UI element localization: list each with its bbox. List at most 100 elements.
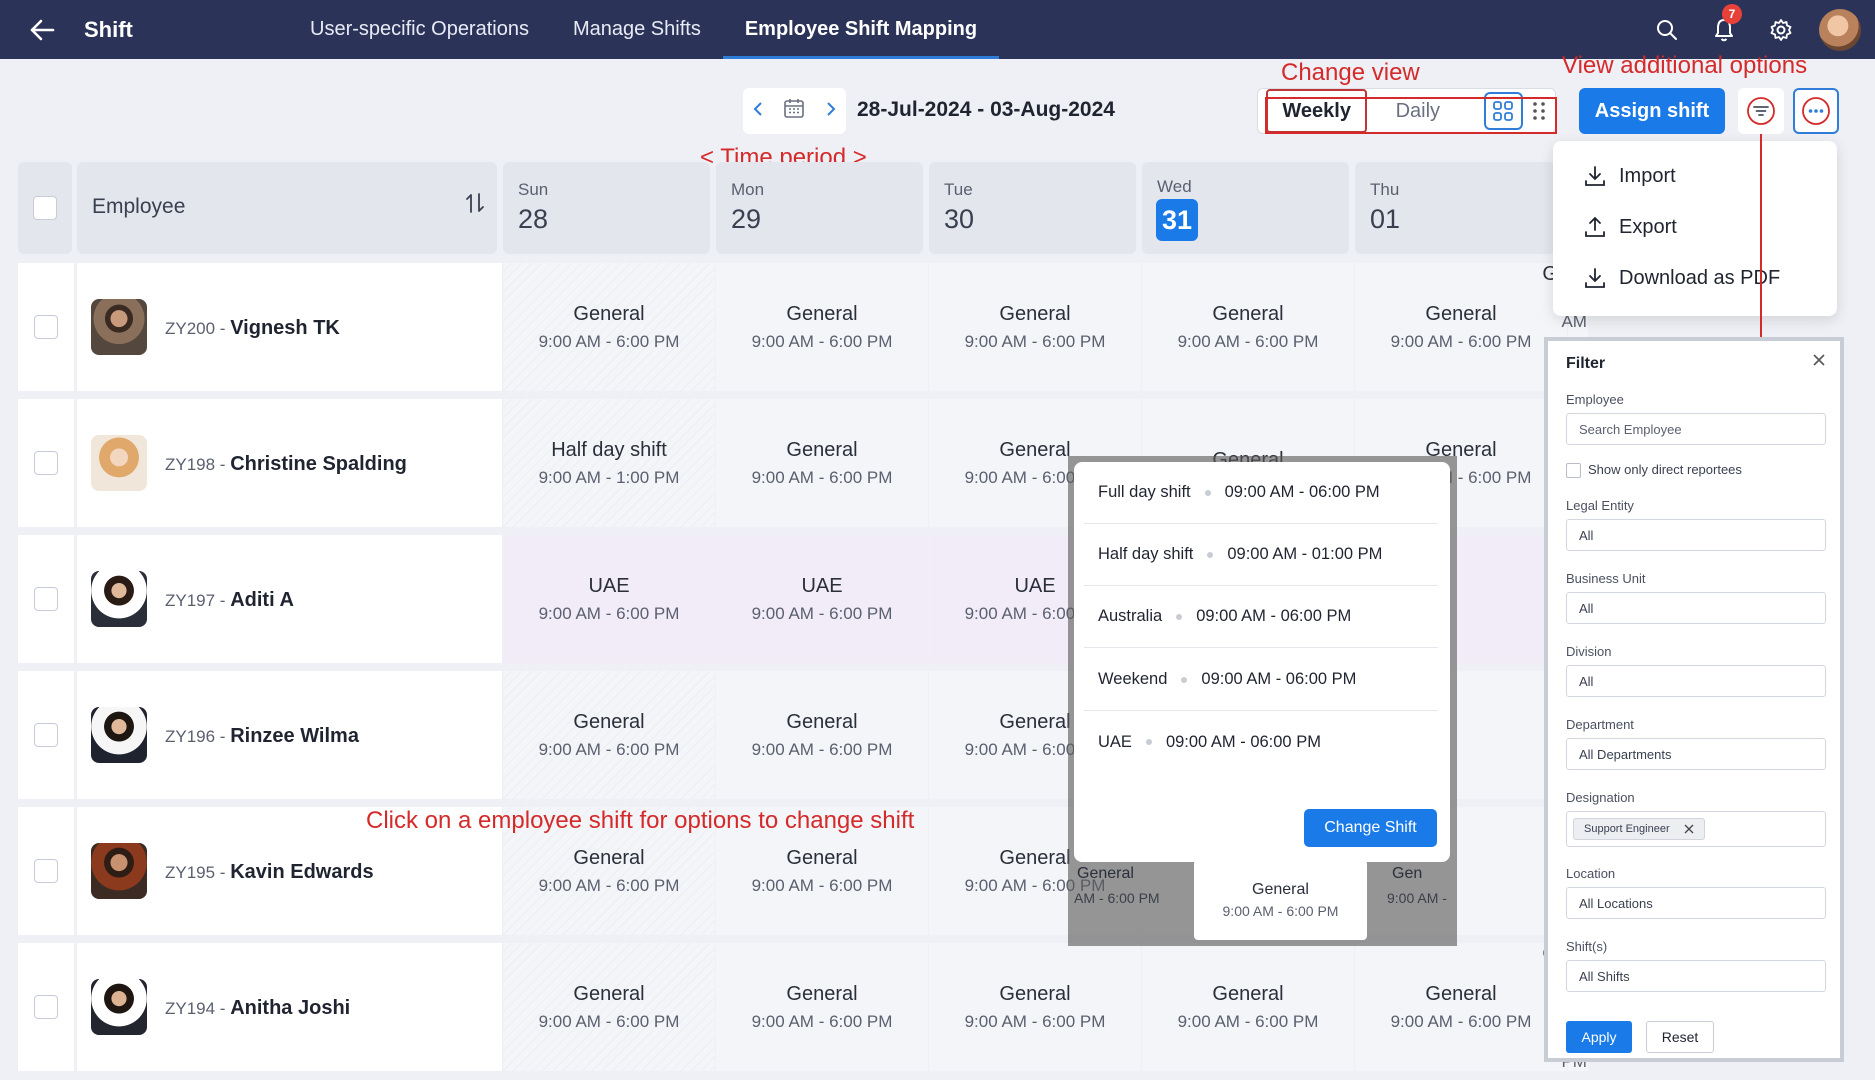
location-select[interactable]: All Locations bbox=[1566, 887, 1826, 919]
shift-cell[interactable]: UAE 9:00 AM - 6:00 PM bbox=[716, 535, 928, 663]
row-checkbox[interactable] bbox=[34, 315, 58, 339]
tab-manage-shifts[interactable]: Manage Shifts bbox=[551, 0, 723, 59]
sort-icon[interactable] bbox=[465, 192, 485, 220]
business-unit-select[interactable]: All bbox=[1566, 592, 1826, 624]
shift-cell[interactable]: General 9:00 AM - 6:00 PM bbox=[1355, 943, 1567, 1071]
employee-cell[interactable]: ZY198 - Christine Spalding bbox=[77, 399, 502, 527]
shift-option-time: 09:00 AM - 06:00 PM bbox=[1165, 732, 1321, 751]
employee-cell[interactable]: ZY197 - Aditi A bbox=[77, 535, 502, 663]
export-menu-item[interactable]: Export bbox=[1583, 215, 1677, 239]
employee-search-input[interactable]: Search Employee bbox=[1566, 413, 1826, 445]
shift-option-name: UAE bbox=[1098, 732, 1132, 751]
download-icon bbox=[1585, 268, 1605, 288]
selected-shift-cell[interactable]: General 9:00 AM - 6:00 PM bbox=[1194, 860, 1367, 940]
shifts-select[interactable]: All Shifts bbox=[1566, 960, 1826, 992]
shift-cell[interactable]: General 9:00 AM - 6:00 PM bbox=[716, 263, 928, 391]
assign-shift-button[interactable]: Assign shift bbox=[1579, 88, 1725, 134]
legal-entity-select[interactable]: All bbox=[1566, 519, 1826, 551]
shift-name: General bbox=[786, 438, 858, 461]
employee-name: Aditi A bbox=[230, 589, 294, 611]
day-name: Sun bbox=[518, 180, 549, 199]
employee-name: Christine Spalding bbox=[230, 453, 407, 475]
remove-chip-icon bbox=[1684, 824, 1694, 834]
division-select[interactable]: All bbox=[1566, 665, 1826, 697]
select-all-checkbox[interactable] bbox=[33, 196, 57, 220]
shift-option[interactable]: Australia 09:00 AM - 06:00 PM bbox=[1084, 586, 1438, 648]
calendar-icon[interactable] bbox=[782, 96, 806, 126]
row-checkbox[interactable] bbox=[34, 995, 58, 1019]
shift-cell[interactable]: General 9:00 AM - 6:00 PM bbox=[716, 943, 928, 1071]
shift-time: 9:00 AM - 6:00 PM bbox=[751, 1011, 893, 1031]
employee-code: ZY196 - bbox=[165, 727, 231, 746]
shift-name: General bbox=[786, 846, 858, 869]
change-view-highlight bbox=[1265, 97, 1557, 134]
employee-id: ZY200 - Vignesh TK bbox=[165, 317, 340, 340]
shift-cell[interactable]: General 9:00 AM - 6:00 PM bbox=[1142, 943, 1354, 1071]
shift-cell[interactable]: General 9:00 AM - 6:00 PM bbox=[1142, 263, 1354, 391]
overlay-shift-name: Gen bbox=[1392, 865, 1423, 882]
shift-option-time: 09:00 AM - 06:00 PM bbox=[1224, 483, 1380, 501]
tab-user-specific-operations[interactable]: User-specific Operations bbox=[288, 0, 551, 59]
employee-photo bbox=[91, 979, 147, 1035]
row-select-cell bbox=[18, 535, 74, 663]
row-checkbox[interactable] bbox=[34, 859, 58, 883]
shift-cell[interactable]: General 9:00 AM - 6:00 PM bbox=[929, 943, 1141, 1071]
shift-name: General bbox=[573, 846, 645, 869]
shift-option-name: Half day shift bbox=[1098, 545, 1194, 563]
shift-cell[interactable]: General 9:00 AM - 6:00 PM bbox=[503, 263, 715, 391]
filter-icon[interactable] bbox=[1738, 88, 1784, 134]
row-checkbox[interactable] bbox=[34, 723, 58, 747]
shift-cell[interactable]: General 9:00 AM - 6:00 PM bbox=[503, 943, 715, 1071]
shift-cell[interactable]: General 9:00 AM - 6:00 PM bbox=[929, 263, 1141, 391]
shift-time: 9:00 AM - 1:00 PM bbox=[538, 467, 680, 487]
shift-cell[interactable]: General 9:00 AM - 6:00 PM bbox=[1355, 263, 1567, 391]
change-shift-button[interactable]: Change Shift bbox=[1304, 809, 1437, 847]
shift-name: UAE bbox=[588, 574, 630, 597]
shift-option[interactable]: UAE 09:00 AM - 06:00 PM bbox=[1084, 711, 1438, 773]
more-options-icon[interactable] bbox=[1793, 88, 1839, 134]
employee-id: ZY194 - Anitha Joshi bbox=[165, 997, 350, 1020]
row-checkbox[interactable] bbox=[34, 587, 58, 611]
reset-filter-button[interactable]: Reset bbox=[1646, 1021, 1714, 1053]
employee-cell[interactable]: ZY194 - Anitha Joshi bbox=[77, 943, 502, 1071]
download-pdf-menu-item[interactable]: Download as PDF bbox=[1583, 266, 1780, 290]
back-arrow-icon[interactable] bbox=[0, 0, 84, 59]
shift-name: General bbox=[573, 302, 645, 325]
shift-cell[interactable]: General 9:00 AM - 6:00 PM bbox=[503, 671, 715, 799]
shift-option-name: Weekend bbox=[1098, 670, 1168, 688]
tab-employee-shift-mapping[interactable]: Employee Shift Mapping bbox=[722, 0, 1000, 59]
day-header-tue: Tue 30 bbox=[929, 162, 1136, 254]
row-checkbox[interactable] bbox=[34, 451, 58, 475]
shift-name: General bbox=[999, 846, 1071, 869]
department-select[interactable]: All Departments bbox=[1566, 738, 1826, 770]
shift-option[interactable]: Full day shift 09:00 AM - 06:00 PM bbox=[1084, 462, 1438, 524]
previous-week-chevron-icon[interactable] bbox=[753, 100, 763, 123]
shift-option[interactable]: Half day shift 09:00 AM - 01:00 PM bbox=[1084, 524, 1438, 586]
employee-name: Vignesh TK bbox=[230, 317, 340, 339]
close-icon[interactable] bbox=[1812, 353, 1826, 372]
legal-entity-label: Legal Entity bbox=[1566, 498, 1634, 513]
shift-cell[interactable]: Half day shift 9:00 AM - 1:00 PM bbox=[503, 399, 715, 527]
employee-cell[interactable]: ZY196 - Rinzee Wilma bbox=[77, 671, 502, 799]
shift-option[interactable]: Weekend 09:00 AM - 06:00 PM bbox=[1084, 649, 1438, 711]
user-avatar[interactable] bbox=[1819, 8, 1861, 51]
designation-select[interactable]: Support Engineer bbox=[1566, 811, 1826, 847]
apply-filter-button[interactable]: Apply bbox=[1566, 1021, 1632, 1053]
top-nav-bar: Shift User-specific Operations Manage Sh… bbox=[0, 0, 1875, 59]
search-icon[interactable] bbox=[1638, 0, 1695, 59]
day-header-mon: Mon 29 bbox=[716, 162, 923, 254]
overlay-shift-time: AM - 6:00 PM bbox=[1074, 890, 1160, 906]
employee-column-header[interactable]: Employee bbox=[77, 162, 497, 254]
next-week-chevron-icon[interactable] bbox=[826, 100, 836, 123]
employee-cell[interactable]: ZY200 - Vignesh TK bbox=[77, 263, 502, 391]
direct-reportees-checkbox[interactable] bbox=[1566, 463, 1581, 478]
app-title: Shift bbox=[84, 16, 133, 42]
import-menu-item[interactable]: Import bbox=[1583, 164, 1676, 188]
settings-gear-icon[interactable] bbox=[1752, 0, 1809, 59]
notification-bell-icon[interactable]: 7 bbox=[1695, 0, 1752, 59]
shift-cell[interactable]: General 9:00 AM - 6:00 PM bbox=[716, 671, 928, 799]
employee-code: ZY194 - bbox=[165, 999, 231, 1018]
shift-cell[interactable]: General 9:00 AM - 6:00 PM bbox=[716, 399, 928, 527]
separator-dot bbox=[1176, 613, 1183, 620]
shift-cell[interactable]: UAE 9:00 AM - 6:00 PM bbox=[503, 535, 715, 663]
